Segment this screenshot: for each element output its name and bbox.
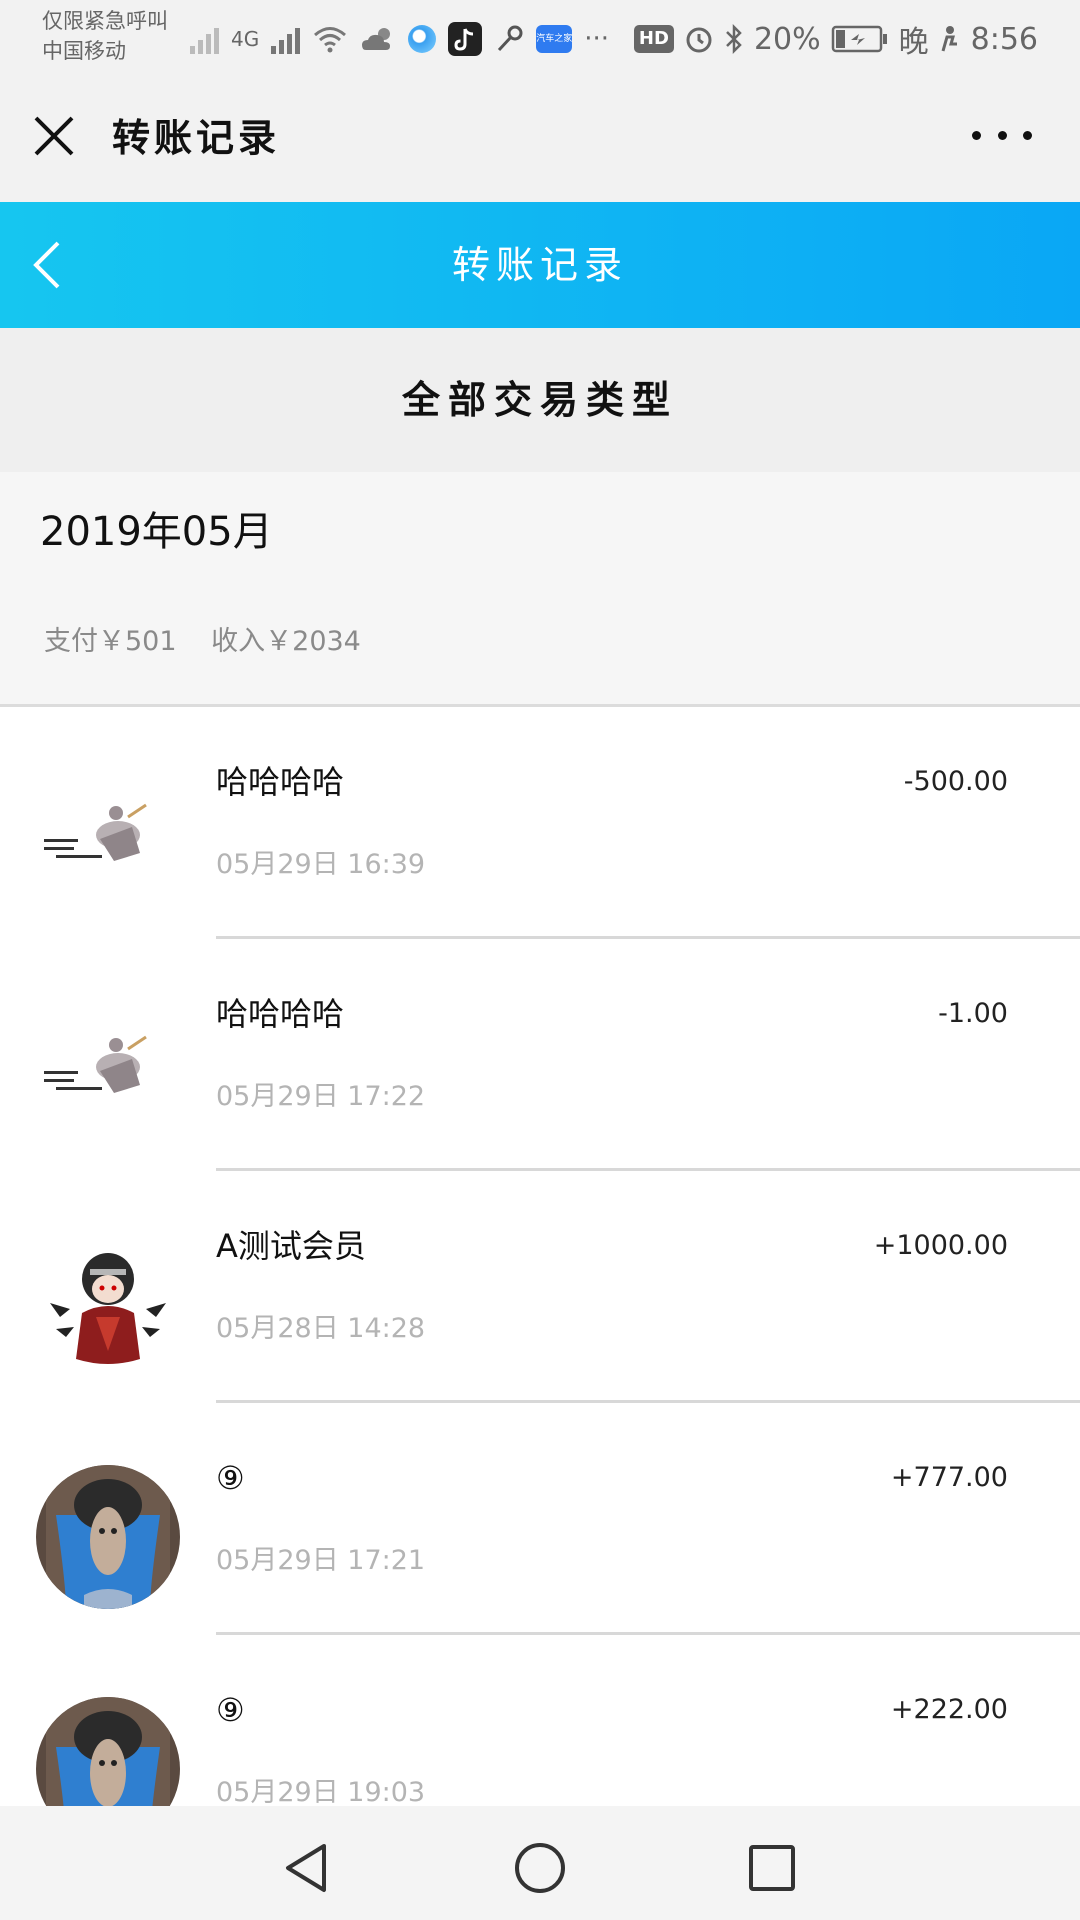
carrier-info: 仅限紧急呼叫 中国移动 [42,6,168,66]
more-dot-icon [1023,130,1032,140]
transaction-time: 05月28日 14:28 [216,1313,426,1344]
nav-recents-button[interactable] [742,1838,802,1898]
carrier-line-emergency: 仅限紧急呼叫 [42,9,168,33]
square-recents-icon [749,1845,795,1891]
transaction-time: 05月29日 16:39 [216,849,426,880]
status-right: HD 20% 晚 8:56 [633,14,1038,64]
transaction-time: 05月29日 17:21 [216,1545,426,1576]
back-button[interactable] [22,235,82,295]
figure-avatar [36,1001,180,1145]
battery-percent: 20% [753,21,821,57]
transaction-row[interactable]: A测试会员 +1000.00 05月28日 14:28 [0,1171,1080,1403]
total-income: 收入￥2034 [211,626,361,657]
clock: 8:56 [970,21,1038,57]
title-bar: 转账记录 [0,80,1080,202]
transaction-name: ⑨ [216,1691,245,1729]
close-icon [34,116,74,156]
filter-label: 全部交易类型 [401,378,678,422]
hd-icon: HD [633,25,674,53]
figure-avatar [36,769,180,913]
bluetooth-icon [726,23,742,55]
transaction-name: 哈哈哈哈 [216,995,345,1033]
autohome-app-icon: 汽车之家 [536,25,573,53]
signal-weak-icon [190,24,219,54]
transaction-row[interactable]: 哈哈哈哈 -1.00 05月29日 17:22 [0,939,1080,1171]
month-totals: 支付￥501 收入￥2034 [44,622,387,662]
circle-home-icon [515,1843,565,1893]
battery-charging-icon [831,25,887,53]
transaction-type-filter[interactable]: 全部交易类型 [0,328,1080,472]
triangle-back-icon [286,1844,326,1892]
transaction-row[interactable]: ⑨ +777.00 05月29日 17:21 [0,1403,1080,1635]
header-title: 转账记录 [451,243,628,287]
night-mode-label: 晚 [898,25,929,60]
status-icons: 4G 汽车之家 ··· [190,14,609,64]
sleeping-avatar [36,1465,180,1609]
transaction-time: 05月29日 19:03 [216,1777,426,1807]
transaction-row[interactable]: 哈哈哈哈 -500.00 05月29日 16:39 [0,707,1080,939]
system-nav-bar [0,1806,1080,1920]
transaction-time: 05月29日 17:22 [216,1081,426,1112]
key-icon [498,25,523,52]
nav-back-button[interactable] [278,1838,338,1898]
signal-strong-icon [271,24,301,54]
nav-home-button[interactable] [510,1838,570,1898]
network-type-label: 4G [231,27,260,51]
transaction-list: 哈哈哈哈 -500.00 05月29日 16:39 哈哈哈哈 -1.00 05月… [0,707,1080,1807]
chevron-left-icon [33,241,60,289]
weather-cloud-icon [362,28,391,50]
total-pay: 支付￥501 [44,626,177,657]
transaction-amount: -1.00 [938,998,1008,1029]
status-bar: 仅限紧急呼叫 中国移动 4G 汽车之家 ··· HD 20% 晚 8:56 [0,0,1080,80]
person-status-icon [941,26,957,52]
more-dot-icon [972,130,981,140]
transaction-name: ⑨ [216,1459,245,1497]
browser-app-icon [408,25,437,53]
header-bar: 转账记录 [0,202,1080,328]
more-notifications-icon: ··· [584,24,610,54]
month-summary-section: 2019年05月 支付￥501 收入￥2034 [0,472,1080,707]
transaction-amount: +1000.00 [873,1230,1008,1261]
month-title: 2019年05月 [40,509,273,555]
tiktok-icon [448,22,483,56]
sleeping-avatar [36,1697,180,1807]
wifi-icon [314,27,347,53]
transaction-name: 哈哈哈哈 [216,763,345,801]
transaction-row[interactable]: ⑨ +222.00 05月29日 19:03 [0,1635,1080,1807]
more-dot-icon [997,130,1007,140]
more-options-button[interactable] [972,120,1032,150]
anime-avatar [36,1233,180,1377]
transaction-amount: +777.00 [890,1462,1008,1493]
page-title: 转账记录 [112,116,281,160]
close-button[interactable] [28,110,80,162]
transaction-amount: +222.00 [890,1694,1008,1725]
transaction-name: A测试会员 [216,1227,366,1265]
carrier-line-name: 中国移动 [42,39,126,63]
screen: 仅限紧急呼叫 中国移动 4G 汽车之家 ··· HD 20% 晚 8:56 转账… [0,0,1080,1920]
alarm-icon [686,27,712,53]
transaction-amount: -500.00 [903,766,1008,797]
